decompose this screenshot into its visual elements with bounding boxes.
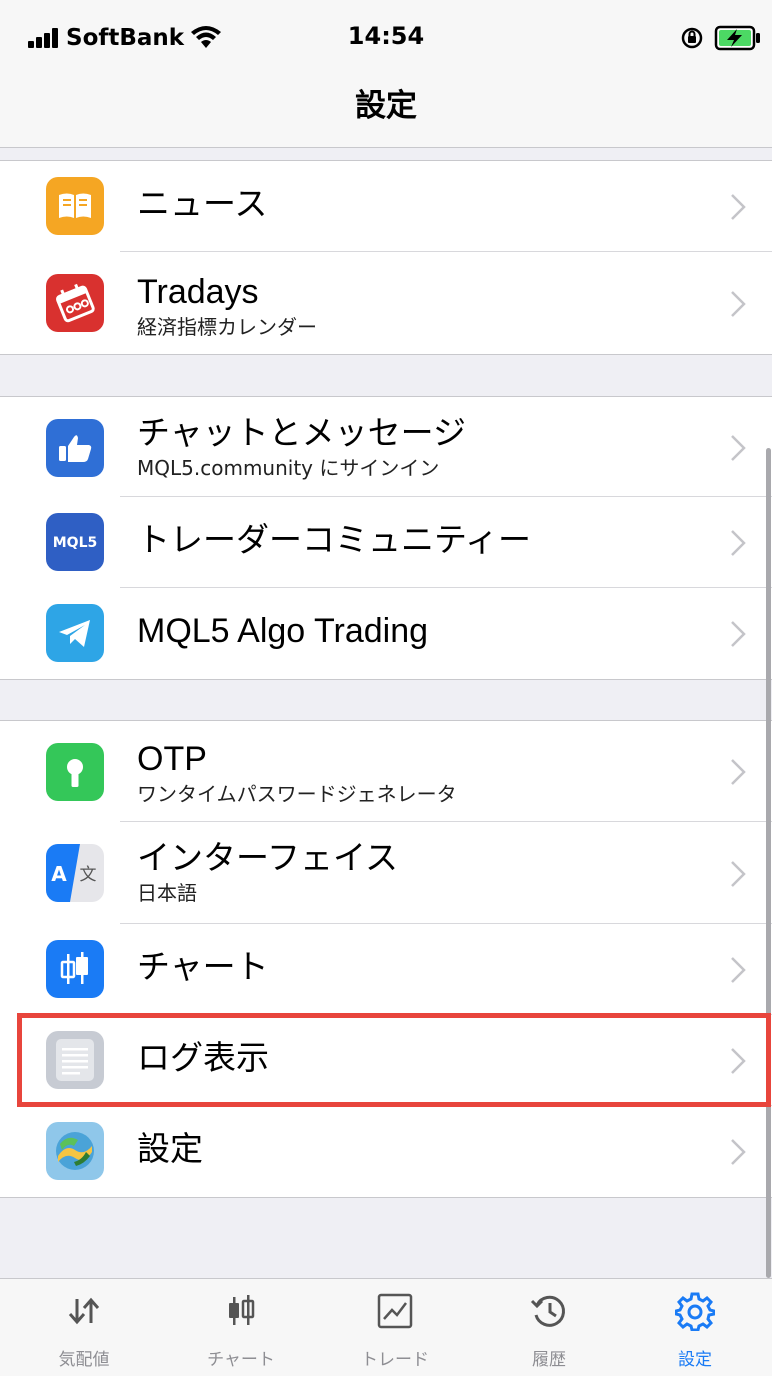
settings-screen: SoftBank 14:54 設定 ニュース Tradays 経済指標カレンダー… [0,0,772,1376]
key-icon [46,743,104,801]
tab-label: 履歴 [532,1350,566,1370]
list-item-subtitle: MQL5.community にサインイン [137,456,440,480]
thumbs-up-icon [46,419,104,477]
top-bar: SoftBank 14:54 設定 [0,0,772,148]
chevron-right-icon [731,861,746,887]
tab-label: トレード [361,1350,429,1370]
list-item-subtitle: 経済指標カレンダー [137,315,317,339]
mql5-icon-text: MQL5 [53,535,98,551]
list-item-title: Tradays [137,273,259,311]
chevron-right-icon [731,291,746,317]
tab-label: チャート [207,1350,275,1370]
page-title: 設定 [355,88,417,124]
translate-icon-letter: A [51,862,67,886]
tab-settings[interactable]: 設定 [618,1279,772,1376]
settings-group-general: OTP ワンタイムパスワードジェネレータ A 文 インターフェイス 日本語 チャ… [0,720,772,1198]
candlestick-icon [46,940,104,998]
tab-chart[interactable]: チャート [164,1279,318,1376]
list-item-chart[interactable]: チャート [0,924,772,1015]
list-item-interface[interactable]: A 文 インターフェイス 日本語 [0,822,772,924]
status-time: 14:54 [347,22,425,50]
list-item-title: チャットとメッセージ [137,413,467,452]
list-item-title: OTP [137,740,207,778]
chevron-right-icon [731,957,746,983]
chevron-right-icon [731,1139,746,1165]
translate-icon-kanji: 文 [80,865,97,885]
tab-trade[interactable]: トレード [318,1279,472,1376]
list-item-title: チャート [137,947,269,986]
settings-group-community: チャットとメッセージ MQL5.community にサインイン MQL5 トレ… [0,396,772,680]
list-item-trader-community[interactable]: MQL5 トレーダーコミュニティー [0,497,772,588]
settings-gear-icon [675,1292,715,1331]
chevron-right-icon [731,530,746,556]
list-item-subtitle: ワンタイムパスワードジェネレータ [137,782,457,806]
settings-list[interactable]: ニュース Tradays 経済指標カレンダー チャットとメッセージ MQL5.c… [0,148,772,1278]
list-item-otp[interactable]: OTP ワンタイムパスワードジェネレータ [0,721,772,822]
tab-label: 気配値 [58,1350,110,1370]
book-icon [46,177,104,235]
list-item-title: トレーダーコミュニティー [137,520,532,559]
list-item-settings[interactable]: 設定 [0,1106,772,1197]
telegram-icon [46,604,104,662]
mql5-icon: MQL5 [46,513,104,571]
list-item-title: インターフェイス [137,838,399,877]
tab-quotes[interactable]: 気配値 [7,1279,161,1376]
list-item-title: ニュース [137,184,268,223]
chevron-right-icon [731,759,746,785]
tab-label: 設定 [678,1350,712,1370]
chevron-right-icon [731,621,746,647]
tab-bar: 気配値 チャート トレード 履歴 設定 [0,1278,772,1376]
list-item-news[interactable]: ニュース [0,161,772,252]
settings-group-apps: ニュース Tradays 経済指標カレンダー [0,160,772,355]
quotes-arrows-icon [68,1297,100,1325]
chevron-right-icon [731,435,746,461]
tab-history[interactable]: 履歴 [472,1279,626,1376]
history-clock-icon [530,1295,565,1327]
status-right-group [680,22,762,54]
list-item-chat-messages[interactable]: チャットとメッセージ MQL5.community にサインイン [0,397,772,497]
chart-candles-icon [229,1295,255,1325]
list-item-title: MQL5 Algo Trading [137,612,429,650]
highlight-frame [17,1013,771,1107]
status-bar: SoftBank 14:54 [0,0,772,72]
scroll-indicator[interactable] [766,448,771,1278]
list-item-tradays[interactable]: Tradays 経済指標カレンダー [0,252,772,354]
trade-chart-icon [377,1293,413,1329]
metatrader-icon [46,1122,104,1180]
orientation-lock-icon [681,27,703,49]
calendar-icon [46,274,104,332]
list-item-title: 設定 [137,1129,203,1168]
battery-charging-icon [714,25,760,51]
list-item-subtitle: 日本語 [137,881,197,905]
list-item-mql5-algo-trading[interactable]: MQL5 Algo Trading [0,588,772,679]
translate-icon: A 文 [46,844,104,902]
chevron-right-icon [731,194,746,220]
